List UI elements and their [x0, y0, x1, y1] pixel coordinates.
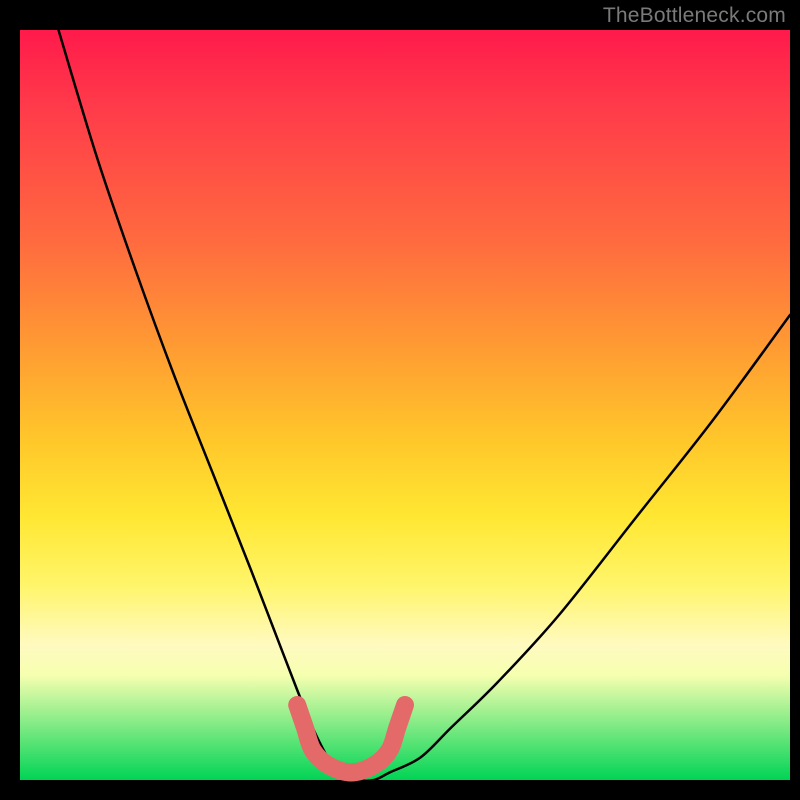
bottleneck-curve: [59, 30, 791, 781]
sweet-spot-marker: [297, 705, 405, 773]
watermark-text: TheBottleneck.com: [603, 4, 786, 28]
curve-layer: [20, 30, 790, 780]
plot-area: [20, 30, 790, 780]
chart-frame: TheBottleneck.com: [0, 0, 800, 800]
